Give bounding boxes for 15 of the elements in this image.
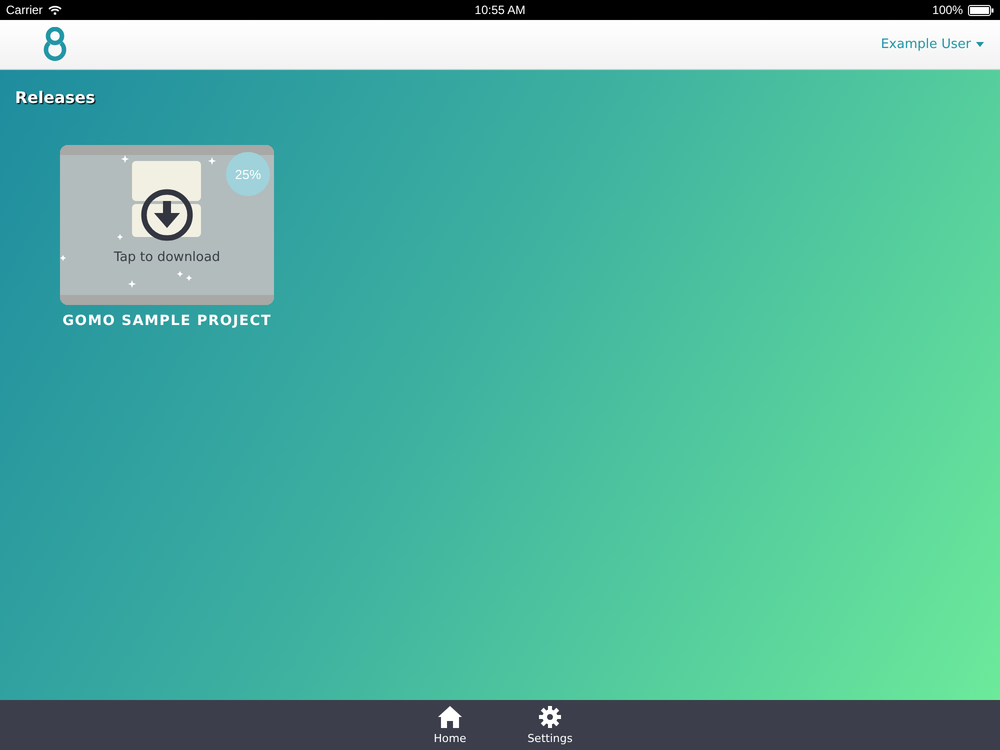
battery-icon xyxy=(968,4,994,16)
clock-time: 10:55 AM xyxy=(474,3,526,17)
release-card[interactable]: Tap to download 25% xyxy=(60,145,274,305)
carrier-name: Carrier xyxy=(6,3,43,17)
logo-icon xyxy=(43,26,67,62)
battery-percent: 100% xyxy=(932,3,963,17)
caret-icon xyxy=(976,42,984,47)
release-title: GOMO SAMPLE PROJECT xyxy=(62,313,272,329)
download-icon xyxy=(140,188,194,242)
tab-item[interactable]: Home xyxy=(420,700,480,750)
settings-icon xyxy=(539,706,561,728)
tab-item[interactable]: Settings xyxy=(520,700,580,750)
wifi-icon xyxy=(48,5,62,15)
home-icon xyxy=(438,706,462,728)
section-title: Releases xyxy=(15,88,96,107)
